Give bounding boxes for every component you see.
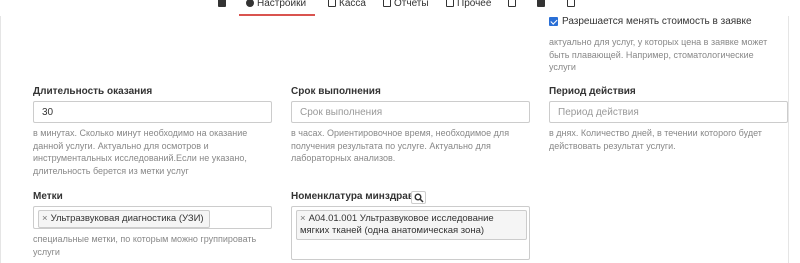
report-icon xyxy=(383,0,391,7)
validity-period-input[interactable] xyxy=(549,101,788,123)
search-icon xyxy=(414,193,424,203)
chip-remove-icon[interactable]: × xyxy=(42,213,48,224)
duration-help: в минутах. Сколько минут необходимо на о… xyxy=(33,128,248,176)
price-change-label: Разрешается менять стоимость в заявке xyxy=(562,16,752,27)
validity-period-help: в днях. Количество дней, в течении котор… xyxy=(549,128,762,151)
price-change-checkbox[interactable] xyxy=(549,17,558,26)
gear-icon xyxy=(246,0,254,7)
tab-other[interactable]: Прочее xyxy=(446,0,491,16)
chip-remove-icon[interactable]: × xyxy=(300,213,306,224)
execution-time-help: в часах. Ориентировочное время, необходи… xyxy=(291,128,510,163)
tab-icon-only[interactable] xyxy=(537,0,548,16)
nomenclature-chip: × A04.01.001 Ультразвуковое исследование … xyxy=(296,210,527,240)
nomenclature-search-button[interactable] xyxy=(411,191,426,204)
tags-label: Метки xyxy=(33,191,63,202)
panel-border xyxy=(0,16,1,263)
duration-input[interactable] xyxy=(33,101,272,123)
tab-reports[interactable]: Отчеты xyxy=(383,0,429,16)
tags-select[interactable]: × Ультразвуковая диагностика (УЗИ) xyxy=(33,206,272,229)
active-tab-indicator xyxy=(239,14,315,16)
nomenclature-select[interactable]: × A04.01.001 Ультразвуковое исследование … xyxy=(291,206,530,260)
nomenclature-label: Номенклатура минздрава xyxy=(291,191,420,202)
cash-icon xyxy=(328,0,336,7)
tags-help: специальные метки, по которым можно груп… xyxy=(33,234,257,257)
execution-time-input[interactable] xyxy=(291,101,530,123)
tag-chip: × Ультразвуковая диагностика (УЗИ) xyxy=(38,210,210,228)
tab-icon-only[interactable] xyxy=(218,0,229,16)
price-change-help: актуально для услуг, у которых цена в за… xyxy=(549,37,768,72)
tab-cash[interactable]: Касса xyxy=(328,0,366,16)
tab-icon-only[interactable] xyxy=(508,0,519,16)
top-nav: Настройки Касса Отчеты Прочее xyxy=(0,0,800,16)
duration-label: Длительность оказания xyxy=(33,86,153,97)
folder-icon xyxy=(446,0,454,7)
page-icon xyxy=(567,0,575,7)
file-icon xyxy=(537,0,545,7)
tab-icon-only[interactable] xyxy=(567,0,578,16)
execution-time-label: Срок выполнения xyxy=(291,86,381,97)
square-icon xyxy=(218,0,226,7)
document-icon xyxy=(508,0,516,7)
validity-period-label: Период действия xyxy=(549,86,636,97)
